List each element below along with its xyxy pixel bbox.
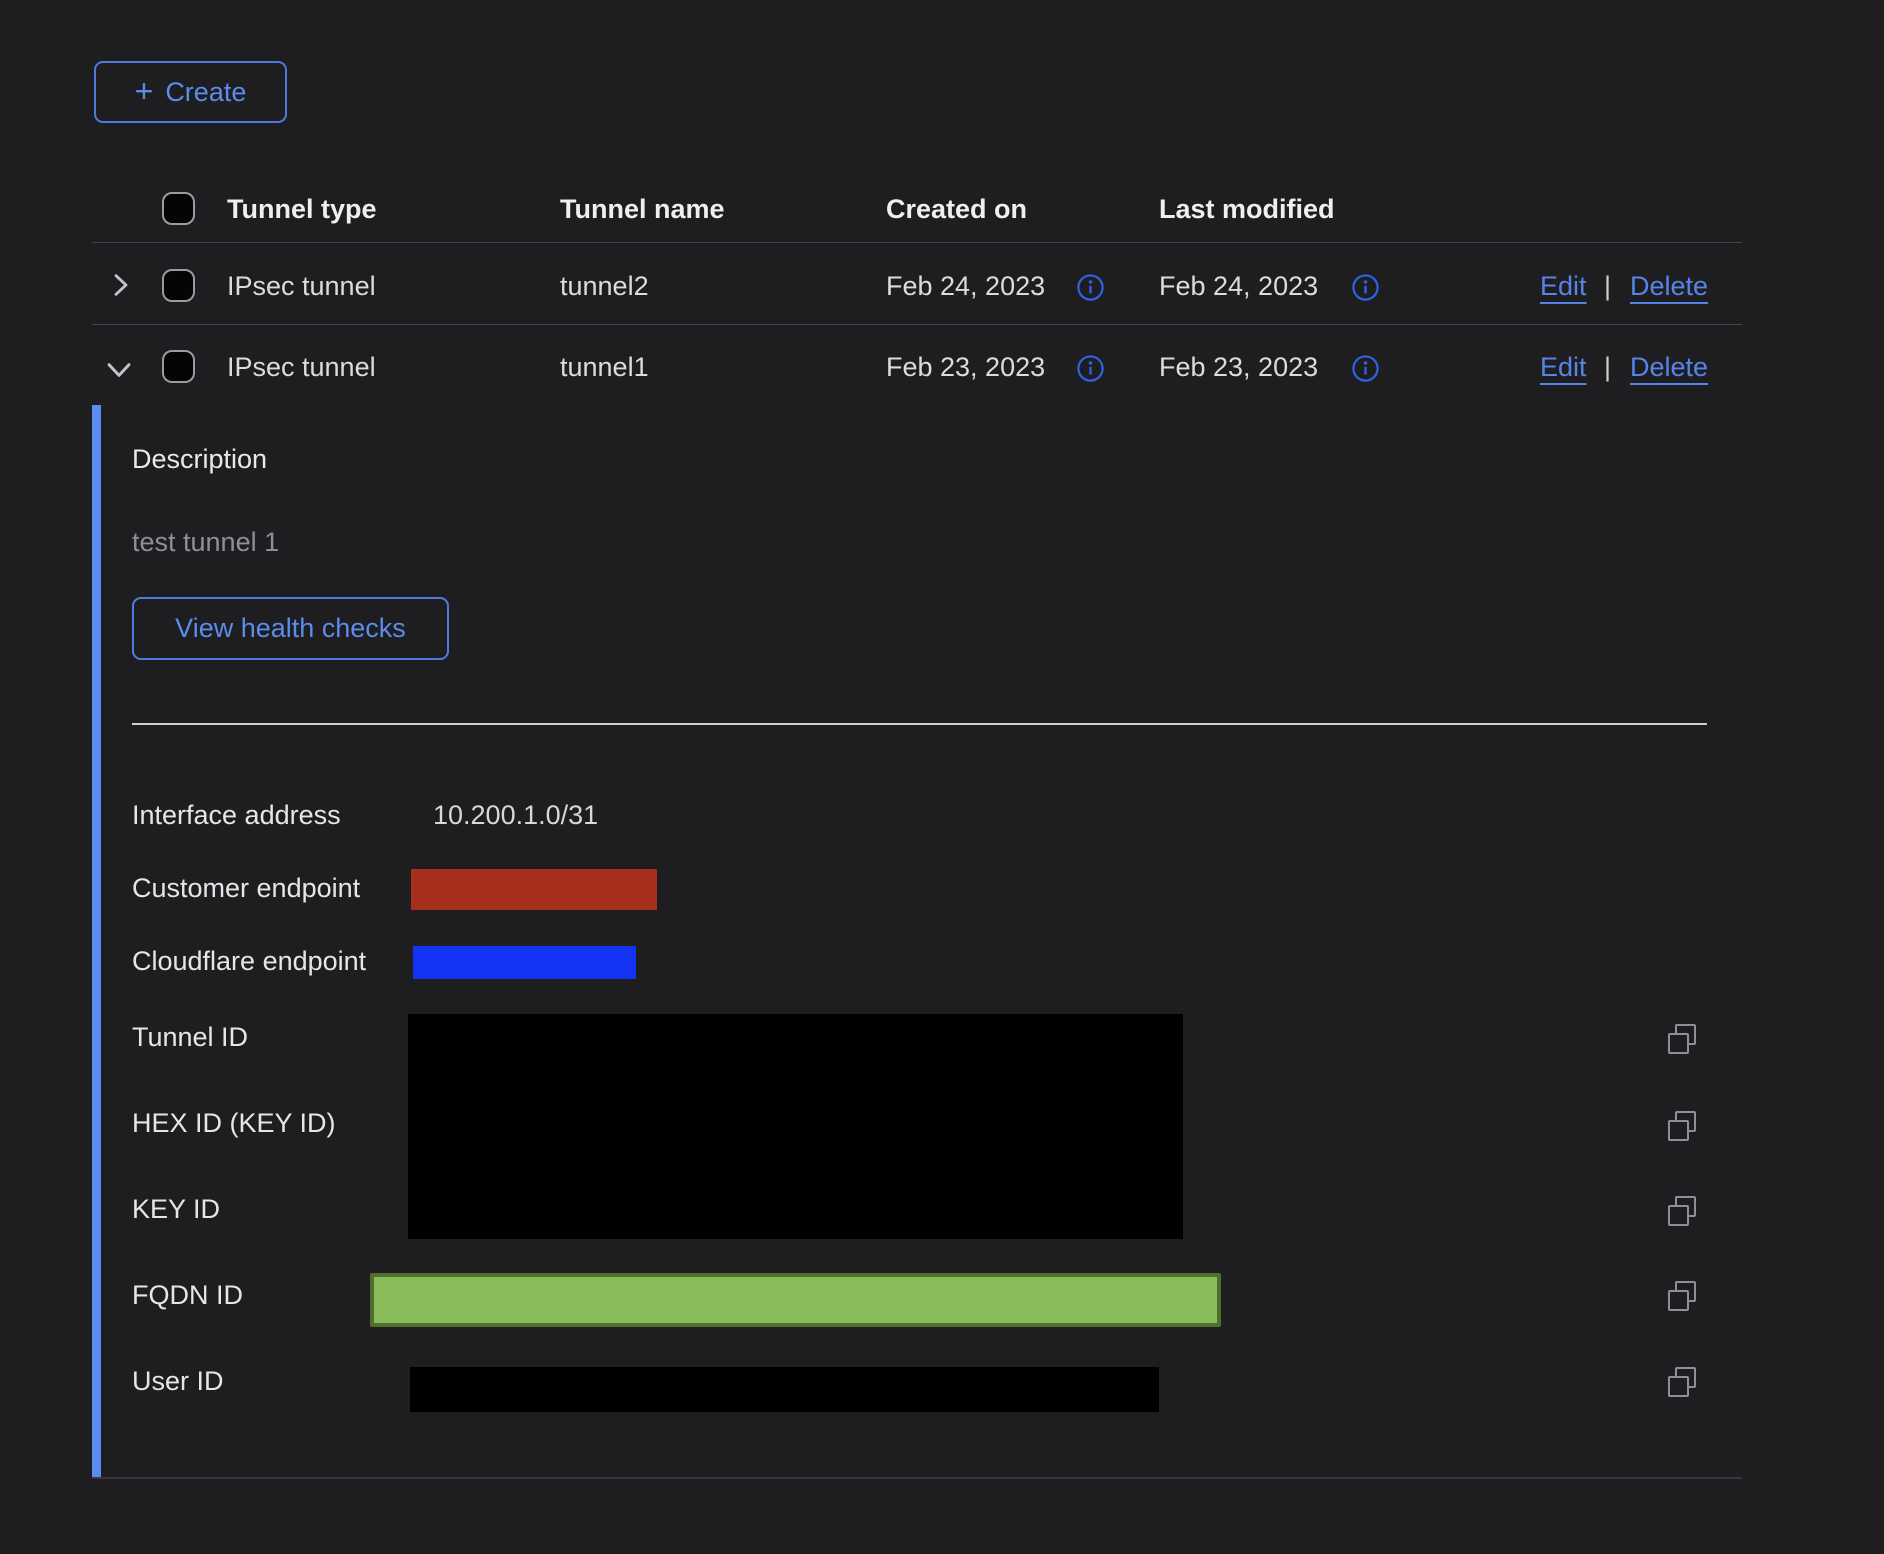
- column-header-last-modified: Last modified: [1159, 194, 1335, 225]
- action-separator: |: [1604, 271, 1611, 302]
- edit-link[interactable]: Edit: [1540, 352, 1587, 383]
- fqdn-id-label: FQDN ID: [132, 1280, 243, 1311]
- copy-fqdn-id-button[interactable]: [1666, 1281, 1698, 1313]
- ids-redacted-value-block: [408, 1014, 1183, 1239]
- delete-link[interactable]: Delete: [1630, 352, 1708, 383]
- expanded-row-bottom-divider: [92, 1477, 1742, 1479]
- tunnel-type-cell: IPsec tunnel: [227, 271, 376, 302]
- interface-address-label: Interface address: [132, 800, 341, 831]
- row-divider: [92, 324, 1742, 325]
- create-button[interactable]: + Create: [94, 61, 287, 123]
- created-on-cell: Feb 23, 2023: [886, 352, 1045, 383]
- tunnel-type-cell: IPsec tunnel: [227, 352, 376, 383]
- last-modified-cell: Feb 24, 2023: [1159, 271, 1318, 302]
- user-id-redacted-value: [410, 1367, 1159, 1412]
- customer-endpoint-label: Customer endpoint: [132, 873, 360, 904]
- column-header-created-on: Created on: [886, 194, 1027, 225]
- info-circle-icon[interactable]: [1076, 354, 1105, 383]
- row-checkbox[interactable]: [162, 350, 195, 383]
- chevron-right-icon[interactable]: [104, 269, 136, 301]
- info-circle-icon[interactable]: [1351, 354, 1380, 383]
- tunnel-name-cell: tunnel2: [560, 271, 649, 302]
- customer-endpoint-redacted-value: [411, 869, 657, 910]
- detail-divider: [132, 723, 1707, 725]
- copy-user-id-button[interactable]: [1666, 1367, 1698, 1399]
- view-health-checks-label: View health checks: [175, 613, 406, 644]
- cloudflare-endpoint-label: Cloudflare endpoint: [132, 946, 366, 977]
- copy-hex-id-button[interactable]: [1666, 1111, 1698, 1143]
- copy-icon: [1666, 1024, 1698, 1056]
- interface-address-value: 10.200.1.0/31: [433, 800, 598, 831]
- copy-icon: [1666, 1196, 1698, 1228]
- edit-link[interactable]: Edit: [1540, 271, 1587, 302]
- create-button-label: Create: [165, 77, 246, 108]
- cloudflare-endpoint-redacted-value: [413, 946, 636, 979]
- row-checkbox[interactable]: [162, 269, 195, 302]
- tunnels-page: { "create_button": { "plus_glyph": "+", …: [0, 0, 1884, 1554]
- select-all-checkbox[interactable]: [162, 192, 195, 225]
- column-header-tunnel-name: Tunnel name: [560, 194, 725, 225]
- plus-icon: +: [135, 75, 154, 107]
- expanded-row-indicator-bar: [92, 405, 101, 1477]
- tunnel-name-cell: tunnel1: [560, 352, 649, 383]
- delete-link[interactable]: Delete: [1630, 271, 1708, 302]
- copy-icon: [1666, 1367, 1698, 1399]
- column-header-tunnel-type: Tunnel type: [227, 194, 377, 225]
- header-divider: [92, 242, 1742, 243]
- chevron-down-icon[interactable]: [102, 352, 136, 386]
- created-on-cell: Feb 24, 2023: [886, 271, 1045, 302]
- tunnel-id-label: Tunnel ID: [132, 1022, 248, 1053]
- copy-key-id-button[interactable]: [1666, 1196, 1698, 1228]
- info-circle-icon[interactable]: [1351, 273, 1380, 302]
- last-modified-cell: Feb 23, 2023: [1159, 352, 1318, 383]
- action-separator: |: [1604, 352, 1611, 383]
- hex-id-label: HEX ID (KEY ID): [132, 1108, 336, 1139]
- view-health-checks-button[interactable]: View health checks: [132, 597, 449, 660]
- copy-icon: [1666, 1281, 1698, 1313]
- description-label: Description: [132, 444, 267, 475]
- info-circle-icon[interactable]: [1076, 273, 1105, 302]
- copy-icon: [1666, 1111, 1698, 1143]
- key-id-label: KEY ID: [132, 1194, 220, 1225]
- user-id-label: User ID: [132, 1366, 224, 1397]
- copy-tunnel-id-button[interactable]: [1666, 1024, 1698, 1056]
- description-value: test tunnel 1: [132, 527, 279, 558]
- fqdn-id-redacted-value: [370, 1273, 1221, 1327]
